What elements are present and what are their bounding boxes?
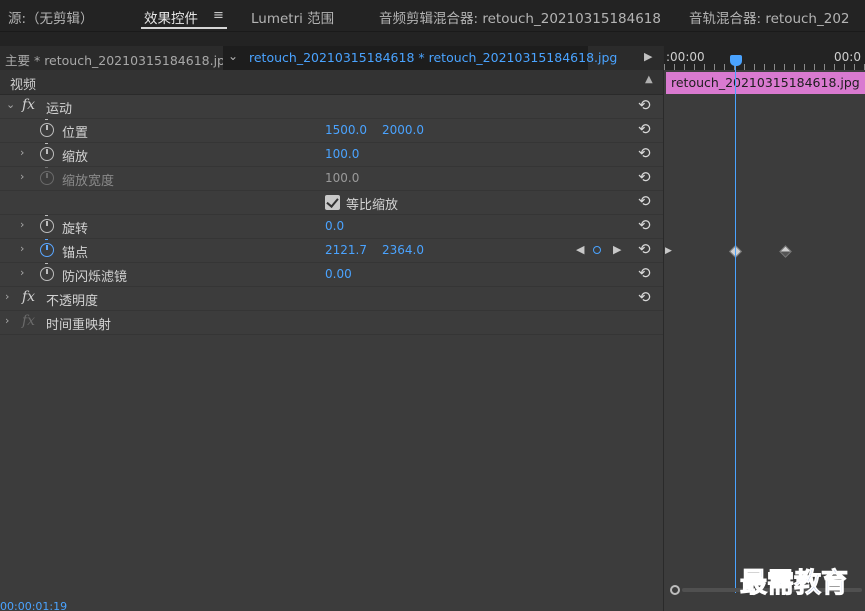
panel-menu-icon[interactable]: ≡ bbox=[213, 8, 224, 23]
reset-icon[interactable]: ⟲ bbox=[638, 96, 651, 114]
keyframe-marker[interactable] bbox=[779, 245, 792, 258]
panel-tab-bar: 源:（无剪辑） 效果控件 ≡ Lumetri 范围 音频剪辑混合器: retou… bbox=[0, 0, 865, 32]
tab-lumetri-scopes[interactable]: Lumetri 范围 bbox=[251, 7, 334, 27]
effect-label-time-remapping: 时间重映射 bbox=[46, 318, 112, 333]
property-row-anti-flicker[interactable]: › 防闪烁滤镜 0.00 ⟲ bbox=[0, 263, 663, 287]
anchor-x-value[interactable]: 2121.7 bbox=[325, 243, 367, 257]
property-label-anchor-point: 锚点 bbox=[62, 246, 89, 261]
stopwatch-icon[interactable] bbox=[40, 215, 54, 233]
fx-icon: fx bbox=[22, 313, 36, 329]
chevron-down-icon[interactable]: ⌄ bbox=[228, 49, 238, 63]
chevron-down-icon[interactable]: ⌄ bbox=[6, 98, 15, 111]
reset-icon[interactable]: ⟲ bbox=[638, 288, 651, 306]
video-section-header: 视频 ▲ bbox=[0, 70, 663, 95]
chevron-right-icon[interactable]: › bbox=[5, 290, 9, 303]
fx-icon[interactable]: fx bbox=[22, 97, 35, 113]
time-ruler[interactable]: :00:00 00:0 bbox=[664, 46, 865, 70]
uniform-scale-checkbox[interactable] bbox=[325, 195, 340, 210]
stopwatch-icon bbox=[40, 167, 54, 185]
property-row-uniform-scale: 等比缩放 ⟲ bbox=[0, 191, 663, 215]
property-row-scale-width: › 缩放宽度 100.0 ⟲ bbox=[0, 167, 663, 191]
anchor-y-value[interactable]: 2364.0 bbox=[382, 243, 424, 257]
stopwatch-icon[interactable] bbox=[40, 143, 54, 161]
property-label-scale: 缩放 bbox=[62, 150, 89, 165]
rotation-value[interactable]: 0.0 bbox=[325, 219, 344, 233]
effect-label-motion: 运动 bbox=[46, 102, 73, 117]
scale-width-value: 100.0 bbox=[325, 171, 360, 185]
property-row-rotation[interactable]: › 旋转 0.0 ⟲ bbox=[0, 215, 663, 239]
reset-icon[interactable]: ⟲ bbox=[638, 192, 651, 210]
stopwatch-icon[interactable] bbox=[40, 239, 54, 257]
property-label-anti-flicker: 防闪烁滤镜 bbox=[62, 270, 128, 285]
reset-icon[interactable]: ⟲ bbox=[638, 168, 651, 186]
tab-source[interactable]: 源:（无剪辑） bbox=[8, 7, 94, 27]
sequence-clip-tab[interactable]: ⌄ retouch_20210315184618 * retouch_20210… bbox=[223, 46, 617, 70]
property-label-scale-width: 缩放宽度 bbox=[62, 174, 115, 189]
current-timecode[interactable]: 00:00:01:19 bbox=[0, 600, 67, 611]
playhead-handle[interactable] bbox=[730, 55, 742, 66]
collapse-up-icon[interactable]: ▲ bbox=[645, 74, 653, 85]
reset-icon[interactable]: ⟲ bbox=[638, 264, 651, 282]
effect-row-time-remapping[interactable]: › fx 时间重映射 bbox=[0, 311, 663, 335]
effect-controls-panel: 视频 ▲ ⌄ fx 运动 ⟲ 位置 1500.0 2000.0 ⟲ › 缩放 1… bbox=[0, 70, 663, 611]
property-row-anchor-point[interactable]: › 锚点 2121.7 2364.0 ◀ ▶ ⟲ bbox=[0, 239, 663, 263]
ruler-end-label: 00:0 bbox=[834, 50, 861, 64]
tab-audio-track-mixer[interactable]: 音轨混合器: retouch_202 bbox=[689, 7, 850, 27]
show-timeline-arrow-icon[interactable]: ▶ bbox=[644, 50, 652, 63]
master-clip-label[interactable]: 主要 * retouch_20210315184618.jpg bbox=[5, 50, 233, 69]
effect-row-opacity[interactable]: › fx 不透明度 ⟲ bbox=[0, 287, 663, 311]
property-row-scale[interactable]: › 缩放 100.0 ⟲ bbox=[0, 143, 663, 167]
effect-timeline-panel: :00:00 00:0 retouch_20210315184618.jpg ▶ bbox=[663, 46, 865, 611]
reset-icon[interactable]: ⟲ bbox=[638, 120, 651, 138]
uniform-scale-label: 等比缩放 bbox=[346, 198, 399, 213]
property-row-position[interactable]: 位置 1500.0 2000.0 ⟲ bbox=[0, 119, 663, 143]
playhead-line[interactable] bbox=[735, 66, 736, 593]
zoom-handle[interactable] bbox=[670, 585, 680, 595]
chevron-right-icon[interactable]: › bbox=[5, 314, 9, 327]
reset-icon[interactable]: ⟲ bbox=[638, 144, 651, 162]
fx-icon[interactable]: fx bbox=[22, 289, 35, 305]
position-x-value[interactable]: 1500.0 bbox=[325, 123, 367, 137]
tab-audio-clip-mixer[interactable]: 音频剪辑混合器: retouch_20210315184618 bbox=[379, 7, 661, 27]
reset-icon[interactable]: ⟲ bbox=[638, 216, 651, 234]
timeline-clip-name: retouch_20210315184618.jpg bbox=[671, 75, 860, 90]
ruler-start-label: :00:00 bbox=[666, 50, 705, 64]
timeline-clip[interactable]: retouch_20210315184618.jpg bbox=[666, 72, 865, 94]
chevron-right-icon[interactable]: › bbox=[20, 218, 24, 231]
chevron-right-icon[interactable]: › bbox=[20, 242, 24, 255]
effect-label-opacity: 不透明度 bbox=[46, 294, 99, 309]
effect-row-motion[interactable]: ⌄ fx 运动 ⟲ bbox=[0, 95, 663, 119]
ruler-ticks bbox=[664, 64, 865, 70]
position-y-value[interactable]: 2000.0 bbox=[382, 123, 424, 137]
stopwatch-icon[interactable] bbox=[40, 263, 54, 281]
add-keyframe-icon[interactable] bbox=[593, 246, 601, 254]
chevron-right-icon[interactable]: › bbox=[20, 266, 24, 279]
active-tab-indicator bbox=[141, 27, 227, 29]
reset-icon[interactable]: ⟲ bbox=[638, 240, 651, 258]
chevron-right-icon[interactable]: › bbox=[20, 146, 24, 159]
scale-value[interactable]: 100.0 bbox=[325, 147, 359, 161]
sequence-clip-name: retouch_20210315184618 * retouch_2021031… bbox=[249, 50, 618, 65]
video-section-label: 视频 bbox=[10, 78, 37, 93]
previous-keyframe-icon[interactable]: ◀ bbox=[576, 243, 584, 256]
next-keyframe-icon[interactable]: ▶ bbox=[613, 243, 621, 256]
anti-flicker-value[interactable]: 0.00 bbox=[325, 267, 352, 281]
chevron-right-icon[interactable]: › bbox=[20, 170, 24, 183]
keyframe-nav-left-icon[interactable]: ▶ bbox=[665, 246, 672, 256]
stopwatch-icon[interactable] bbox=[40, 119, 54, 137]
watermark-logo: 最需教育 bbox=[740, 568, 849, 600]
clip-selector-bar: 主要 * retouch_20210315184618.jpg ⌄ retouc… bbox=[0, 46, 663, 70]
property-label-rotation: 旋转 bbox=[62, 222, 89, 237]
property-label-position: 位置 bbox=[62, 126, 89, 141]
tab-effect-controls[interactable]: 效果控件 bbox=[144, 7, 198, 27]
